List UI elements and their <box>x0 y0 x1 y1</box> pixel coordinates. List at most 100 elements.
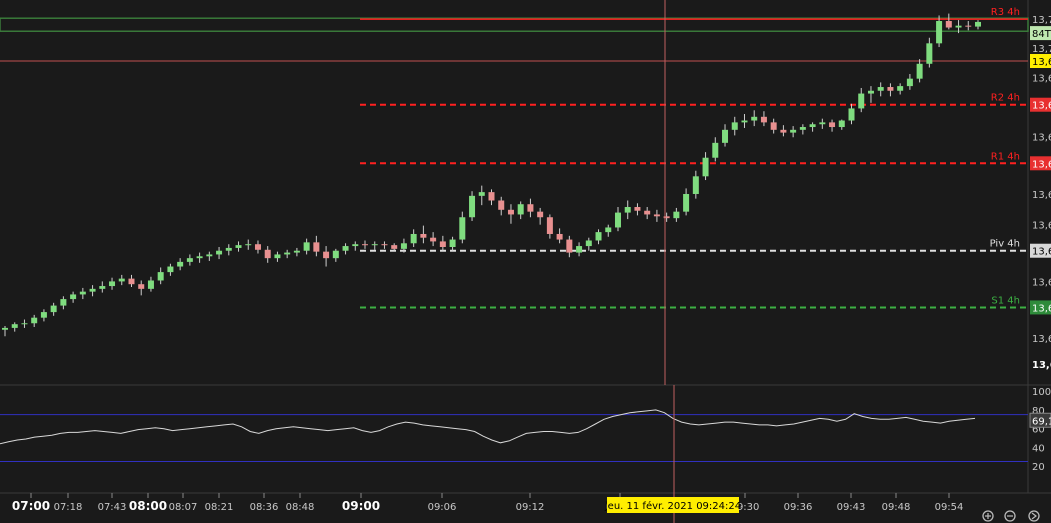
candle-body <box>507 209 514 215</box>
candle-body <box>469 195 476 218</box>
candle-body <box>147 280 154 289</box>
candle-body <box>11 324 18 328</box>
candle-body <box>965 25 972 27</box>
oscillator-tick-label: 100 <box>1032 387 1051 398</box>
candle-body <box>342 246 349 251</box>
candle-body <box>897 86 904 91</box>
price-tick-label: 13,6 <box>1032 159 1051 170</box>
candle-body <box>439 241 446 247</box>
price-tick-label: 13,6 <box>1032 221 1051 232</box>
candle-body <box>313 242 320 252</box>
candle-body <box>157 272 164 281</box>
time-tick-label: 09:43 <box>837 502 866 513</box>
candle-body <box>858 93 865 109</box>
candle-body <box>829 122 836 128</box>
candle-body <box>420 233 427 238</box>
chart-background <box>0 0 1051 523</box>
candle-body <box>819 122 826 125</box>
candle-body <box>167 266 174 273</box>
candle-body <box>60 299 67 306</box>
candle-body <box>975 21 981 27</box>
candle-body <box>99 286 106 289</box>
candle-body <box>449 239 456 247</box>
candle-body <box>70 294 77 300</box>
candle-body <box>206 254 213 257</box>
price-tick-label: 13,6 <box>1032 101 1051 112</box>
candle-body <box>478 192 485 196</box>
candle-body <box>89 288 96 292</box>
candle-body <box>576 246 583 253</box>
level-label-r3-4h: R3 4h <box>991 7 1020 18</box>
candle-body <box>683 193 690 212</box>
candle-body <box>770 122 777 130</box>
candle-body <box>926 43 933 64</box>
candle-body <box>546 217 553 234</box>
price-tick-label: 13,6 <box>1032 74 1051 85</box>
price-tick-label: 13,6 <box>1032 57 1051 68</box>
time-tick-label: 08:21 <box>205 502 234 513</box>
candle-body <box>254 244 261 250</box>
time-tick-label: 08:36 <box>250 502 279 513</box>
candle-body <box>216 250 223 255</box>
candle-body <box>731 122 738 130</box>
candle-body <box>799 127 806 130</box>
candle-body <box>31 317 38 324</box>
candle-body <box>702 157 709 177</box>
candle-body <box>371 244 378 246</box>
time-tick-label: 09:06 <box>428 502 457 513</box>
oscillator-tick-label: 20 <box>1032 462 1045 473</box>
candle-body <box>692 176 699 194</box>
candle-body <box>595 232 602 241</box>
candle-body <box>644 210 651 215</box>
candle-body <box>488 192 495 201</box>
candle-body <box>566 239 573 253</box>
oscillator-tick-label: 40 <box>1032 443 1045 454</box>
candle-body <box>284 252 291 255</box>
oscillator-value-label: 69,1 <box>1032 416 1051 427</box>
price-tick-label: 13,6 <box>1032 303 1051 314</box>
candle-body <box>186 258 193 262</box>
candle-body <box>303 242 310 251</box>
time-tick-label: 08:00 <box>129 499 167 513</box>
candle-body <box>362 244 369 246</box>
candle-body <box>245 244 252 246</box>
time-tick-label: 07:18 <box>54 502 83 513</box>
time-tick-label: 09:48 <box>882 502 911 513</box>
candle-body <box>780 129 787 133</box>
candle-body <box>498 200 505 210</box>
candle-body <box>741 120 748 123</box>
candle-body <box>459 217 466 240</box>
candle-body <box>877 87 884 91</box>
candle-body <box>848 108 855 121</box>
candle-body <box>809 124 816 128</box>
candle-body <box>653 214 660 217</box>
candle-body <box>430 237 437 242</box>
candle-body <box>381 244 388 246</box>
candle-body <box>751 116 758 121</box>
time-tick-label: 07:00 <box>12 499 50 513</box>
candle-body <box>722 129 729 143</box>
candle-body <box>352 244 359 247</box>
candle-body <box>196 256 203 259</box>
candle-body <box>614 212 621 228</box>
candle-body <box>838 120 845 128</box>
time-tick-label: 09:54 <box>935 502 964 513</box>
price-tick-label: 13,7 <box>1032 44 1051 55</box>
candle-body <box>556 233 563 240</box>
level-label-s1-4h: S1 4h <box>991 295 1020 306</box>
candle-body <box>274 254 281 259</box>
candle-body <box>264 249 271 259</box>
price-tick-label: 13,6 <box>1032 247 1051 258</box>
candle-body <box>109 281 116 287</box>
price-tick-label: 13,7 <box>1032 15 1051 26</box>
candle-body <box>323 251 330 259</box>
candle-body <box>235 245 242 248</box>
trading-chart[interactable]: R3 4h R2 4h R1 4h Piv 4h S1 4h 07:00 07:18 07:… <box>0 0 1051 523</box>
time-tick-label: 08:48 <box>286 502 315 513</box>
time-tick-label: 09:36 <box>784 502 813 513</box>
candle-body <box>527 204 534 212</box>
price-tick-label: 13,6 <box>1032 132 1051 143</box>
time-tick-label: 07:43 <box>98 502 127 513</box>
candle-body <box>906 78 913 87</box>
price-tick-label: 13,6 <box>1032 334 1051 345</box>
